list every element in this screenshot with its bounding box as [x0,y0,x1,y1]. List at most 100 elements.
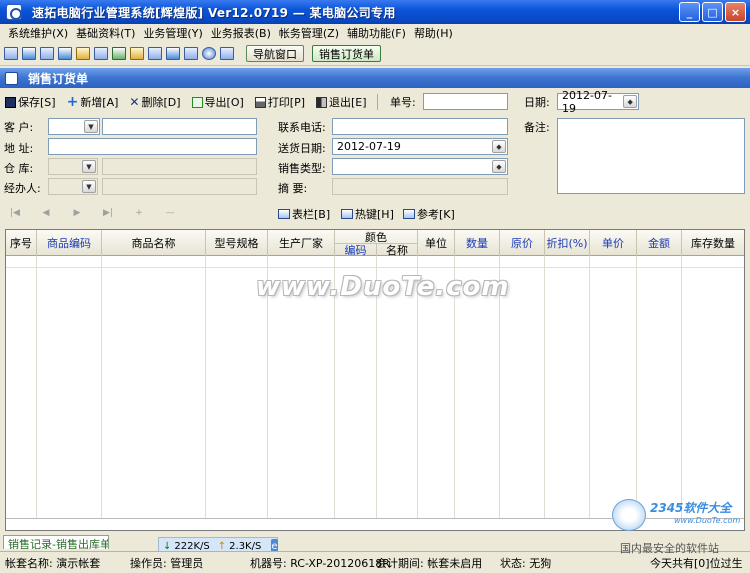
reference-label: 参考[K] [417,208,455,221]
col-unit-price[interactable]: 单价 [590,230,637,256]
menu-tools[interactable]: 辅助功能(F) [343,25,410,41]
col-amount[interactable]: 金额 [637,230,682,256]
print-label: 打印[P] [267,96,306,109]
ledger-icon[interactable] [112,47,126,60]
bottom-tab-sales-record[interactable]: 销售记录-销售出库单 [3,535,109,549]
menu-accounts[interactable]: 帐务管理(Z) [275,25,343,41]
table-icon [278,209,290,219]
menu-business[interactable]: 业务管理(Y) [139,25,206,41]
col-unit[interactable]: 单位 [418,230,455,256]
warehouse-name-field [102,158,257,175]
first-record-icon[interactable]: |◀ [8,208,22,218]
export-button[interactable]: 导出[O] [191,94,244,110]
status-machine: 机器号: RC-XP-20120618R [250,556,390,570]
doc-no-input[interactable] [423,93,508,110]
delete-button[interactable]: ✕ 删除[D] [129,94,180,110]
grid-line [544,256,545,530]
col-original-price[interactable]: 原价 [500,230,545,256]
window-icon[interactable] [4,47,18,60]
col-quantity[interactable]: 数量 [455,230,500,256]
chevron-down-icon: ▼ [84,120,98,133]
spinner-icon[interactable]: ◆ [492,140,506,153]
printer-icon[interactable] [184,47,198,60]
grid-line [101,256,102,530]
menu-reports[interactable]: 业务报表(B) [207,25,275,41]
sales-order-tab-button[interactable]: 销售订货单 [312,45,381,62]
previous-record-icon[interactable]: ◀ [39,208,53,218]
print-button[interactable]: 打印[P] [254,94,306,110]
title-bar: 速拓电脑行业管理系统[辉煌版] Ver12.0719 — 某电脑公司专用 _ □… [0,0,750,24]
computer-icon[interactable] [76,47,90,60]
menu-system[interactable]: 系统维护(X) [4,25,72,41]
report-icon[interactable] [148,47,162,60]
maximize-button[interactable]: □ [702,2,723,22]
last-record-icon[interactable]: ▶| [101,208,115,218]
save-icon[interactable] [166,47,180,60]
delete-label: 删除[D] [141,96,181,109]
col-manufacturer[interactable]: 生产厂家 [268,230,335,256]
col-model-spec[interactable]: 型号规格 [206,230,268,256]
search-doc-icon[interactable] [58,47,72,60]
list-icon[interactable] [22,47,36,60]
col-color-code[interactable]: 编码 [335,243,377,257]
delete-icon: ✕ [129,94,140,109]
spinner-icon[interactable]: ◆ [623,95,637,108]
date-label: 日期: [524,96,550,109]
minimize-button[interactable]: _ [679,2,700,22]
icon-toolbar: 导航窗口 销售订货单 [0,42,750,66]
reference-button[interactable]: 参考[K] [403,206,455,222]
delivery-date-picker[interactable]: 2012-07-19 ◆ [332,138,508,155]
handler-dropdown[interactable]: ▼ [48,178,98,195]
folder-icon[interactable] [130,47,144,60]
col-product-name[interactable]: 商品名称 [102,230,206,256]
upload-arrow-icon: ↑ [217,540,227,552]
close-button[interactable]: × [725,2,746,22]
printer-icon [254,96,266,108]
col-stock[interactable]: 库存数量 [682,230,744,256]
grid-line [205,256,206,530]
edit-icon[interactable] [94,47,108,60]
col-discount[interactable]: 折扣(%) [545,230,590,256]
col-index[interactable]: 序号 [6,230,37,256]
col-product-code[interactable]: 商品编码 [37,230,102,256]
exit-label: 退出[E] [329,96,367,109]
add-button[interactable]: + 新增[A] [67,94,119,110]
phone-field[interactable] [332,118,508,135]
address-field[interactable] [48,138,257,155]
save-button[interactable]: 保存[S] [5,94,56,110]
logo-url: www.DuoTe.com [674,516,741,525]
plus-icon: + [66,93,79,110]
download-arrow-icon: ↓ [163,540,172,552]
columns-button[interactable]: 表栏[B] [278,206,330,222]
site-logo: 2345软件大全 www.DuoTe.com [612,495,750,535]
exit-button[interactable]: 退出[E] [316,94,367,110]
col-color-name[interactable]: 名称 [377,243,418,257]
order-form: 客 户: ▼ 地 址: 仓 库: ▼ 经办人: ▼ 联系电话: 送货日期: 20… [0,116,750,200]
delivery-date-value: 2012-07-19 [337,140,401,153]
remove-row-icon[interactable]: — [163,208,177,218]
next-record-icon[interactable]: ▶ [70,208,84,218]
hotkeys-button[interactable]: 热键[H] [341,206,394,222]
keyboard-icon [341,209,353,219]
customer-name-field[interactable] [102,118,257,135]
remarks-textarea[interactable] [557,118,745,194]
help-icon[interactable] [202,47,216,60]
customer-dropdown[interactable]: ▼ [48,118,100,135]
hotkeys-label: 热键[H] [355,208,394,221]
card-icon[interactable] [40,47,54,60]
menu-help[interactable]: 帮助(H) [410,25,457,41]
warehouse-dropdown[interactable]: ▼ [48,158,98,175]
exit-icon[interactable] [220,47,234,60]
sales-type-label: 销售类型: [278,162,326,175]
window-title: 速拓电脑行业管理系统[辉煌版] Ver12.0719 — 某电脑公司专用 [32,5,396,20]
phone-label: 联系电话: [278,121,326,134]
status-account: 帐套名称: 演示帐套 [5,556,101,570]
handler-label: 经办人: [4,182,41,195]
insert-row-icon[interactable]: + [132,208,146,218]
handler-name-field [102,178,257,195]
date-picker[interactable]: 2012-07-19 ◆ [557,89,639,115]
menu-basic-data[interactable]: 基础资料(T) [72,25,139,41]
nav-window-button[interactable]: 导航窗口 [246,45,304,62]
sales-type-dropdown[interactable]: ◆ [332,158,508,175]
table-row[interactable] [6,256,744,268]
